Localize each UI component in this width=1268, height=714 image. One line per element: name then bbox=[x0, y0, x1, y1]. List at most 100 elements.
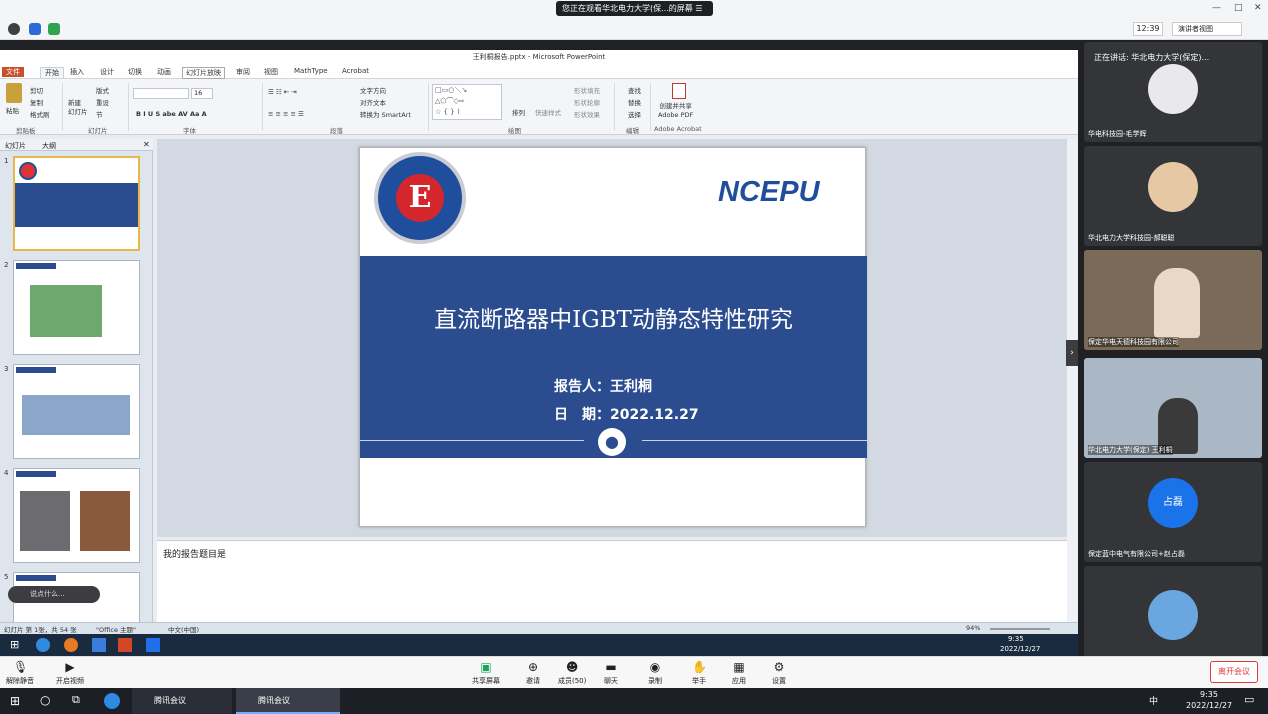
layout-button[interactable]: 版式 bbox=[96, 85, 109, 95]
search-app-icon[interactable] bbox=[64, 638, 78, 652]
settings-button[interactable]: ⚙ 设置 bbox=[772, 660, 786, 686]
minimize-icon[interactable]: — bbox=[1212, 3, 1221, 13]
pdf-icon[interactable] bbox=[672, 83, 686, 99]
current-slide[interactable]: E NCEPU 直流断路器中IGBT动静态特性研究 报告人：王利桐 日 期：20… bbox=[359, 147, 867, 527]
ime-indicator[interactable]: 中 bbox=[1149, 694, 1158, 707]
text-direction-button[interactable]: 文字方向 bbox=[360, 85, 386, 95]
tab-outline[interactable]: 大纲 bbox=[42, 141, 56, 151]
create-pdf-button[interactable]: 创建并共享 Adobe PDF bbox=[658, 102, 693, 120]
maximize-icon[interactable]: □ bbox=[1234, 3, 1243, 13]
leave-meeting-button[interactable]: 离开会议 bbox=[1210, 661, 1258, 683]
participant-video[interactable]: 保定华电天德科技园有限公司 bbox=[1084, 250, 1262, 350]
shape-outline-button[interactable]: 形状轮廓 bbox=[574, 97, 600, 107]
bold-button[interactable]: B I U S abe AV Aa A bbox=[136, 110, 207, 118]
share-label: 共享屏幕 bbox=[472, 677, 500, 685]
list-buttons[interactable]: ☰ ☷ ⇤ ⇥ bbox=[268, 88, 297, 96]
participant-tile[interactable] bbox=[1084, 566, 1262, 666]
slide-thumb-4[interactable] bbox=[13, 468, 140, 563]
tab-design[interactable]: 设计 bbox=[100, 67, 114, 77]
participant-tile[interactable]: 正在讲话: 华北电力大学(保定)... 华电科技园-毛学辉 bbox=[1084, 42, 1262, 142]
quick-styles-button[interactable]: 快速样式 bbox=[535, 107, 561, 117]
arrange-button[interactable]: 排列 bbox=[512, 107, 525, 117]
tab-slideshow[interactable]: 幻灯片放映 bbox=[182, 67, 225, 79]
section-button[interactable]: 节 bbox=[96, 109, 103, 119]
app-icon[interactable] bbox=[92, 638, 106, 652]
shape-effect-button[interactable]: 形状效果 bbox=[574, 109, 600, 119]
notes-pane[interactable]: 我的报告题目是 bbox=[157, 540, 1067, 624]
tab-mathtype[interactable]: MathType bbox=[294, 67, 328, 75]
chat-button[interactable]: ▬ 聊天 bbox=[604, 660, 618, 686]
chat-pill[interactable]: 说点什么... bbox=[8, 586, 100, 603]
tab-home[interactable]: 开始 bbox=[40, 67, 64, 78]
replace-button[interactable]: 替换 bbox=[628, 97, 641, 107]
powerpoint-icon[interactable] bbox=[118, 638, 132, 652]
smartart-button[interactable]: 转换为 SmartArt bbox=[360, 109, 411, 119]
shield-icon[interactable] bbox=[29, 23, 41, 35]
video-label: 开启视频 bbox=[56, 677, 84, 685]
tab-review[interactable]: 审阅 bbox=[236, 67, 250, 77]
select-button[interactable]: 选择 bbox=[628, 109, 641, 119]
shapes-gallery[interactable]: □▭○＼↘ △⬠⌒◇⇨ ☆ { } ⌇ bbox=[432, 84, 502, 120]
tab-transitions[interactable]: 切换 bbox=[128, 67, 142, 77]
scrollbar[interactable] bbox=[1067, 139, 1077, 622]
signal-icon[interactable] bbox=[48, 23, 60, 35]
members-button[interactable]: ☻ 成员(50) bbox=[558, 660, 586, 686]
slide-thumb-1[interactable] bbox=[13, 156, 140, 251]
tab-file[interactable]: 文件 bbox=[2, 67, 24, 77]
invite-button[interactable]: ⊕ 邀请 bbox=[526, 660, 540, 686]
view-mode-dropdown[interactable]: 演讲者视图 bbox=[1172, 22, 1242, 36]
paste-button[interactable]: 粘贴 bbox=[6, 105, 19, 115]
tab-acrobat[interactable]: Acrobat bbox=[342, 67, 369, 75]
taskview-icon[interactable]: ⧉ bbox=[72, 693, 80, 707]
search-icon[interactable]: ○ bbox=[40, 693, 50, 707]
notification-icon[interactable]: ▭ bbox=[1244, 693, 1254, 706]
cut-button[interactable]: 剪切 bbox=[30, 85, 43, 95]
menu-icon[interactable]: ☰ bbox=[695, 4, 702, 13]
mute-button[interactable]: 🎙 解除静音 bbox=[6, 660, 34, 686]
participant-video[interactable]: 华北电力大学(保定) 王利桐 bbox=[1084, 358, 1262, 458]
edge-icon[interactable] bbox=[36, 638, 50, 652]
format-painter-button[interactable]: 格式刷 bbox=[30, 109, 50, 119]
tab-insert[interactable]: 插入 bbox=[70, 67, 84, 77]
font-size-select[interactable]: 16 bbox=[191, 88, 213, 99]
zoom-slider[interactable] bbox=[990, 628, 1050, 630]
close-icon[interactable]: ✕ bbox=[143, 140, 150, 149]
record-button[interactable]: ◉ 录制 bbox=[648, 660, 662, 686]
video-button[interactable]: ▶ 开启视频 bbox=[56, 660, 84, 686]
close-icon[interactable]: ✕ bbox=[1254, 3, 1262, 13]
tab-animations[interactable]: 动画 bbox=[157, 67, 171, 77]
font-family-select[interactable] bbox=[133, 88, 189, 99]
reset-button[interactable]: 重设 bbox=[96, 97, 109, 107]
language: 中文(中国) bbox=[168, 626, 200, 634]
windows-icon[interactable]: ⊞ bbox=[10, 638, 19, 651]
raise-hand-button[interactable]: ✋ 举手 bbox=[692, 660, 707, 686]
find-button[interactable]: 查找 bbox=[628, 85, 641, 95]
tab-slides[interactable]: 幻灯片 bbox=[5, 141, 26, 151]
slide-thumb-3[interactable] bbox=[13, 364, 140, 459]
thumb-header bbox=[16, 263, 56, 269]
sharing-banner[interactable]: 您正在观看华北电力大学(保...的屏幕 ☰ bbox=[556, 1, 713, 16]
apps-label: 应用 bbox=[732, 677, 746, 685]
collapse-arrow-icon[interactable]: › bbox=[1066, 340, 1078, 366]
taskbar-app-tencent-meeting[interactable]: 腾讯会议 bbox=[236, 688, 340, 714]
zoom-level[interactable]: 94% bbox=[966, 624, 980, 632]
tab-view[interactable]: 视图 bbox=[264, 67, 278, 77]
copy-button[interactable]: 复制 bbox=[30, 97, 43, 107]
info-icon[interactable] bbox=[8, 23, 20, 35]
tencent-meeting-icon[interactable] bbox=[146, 638, 160, 652]
participant-tile[interactable]: 华北电力大学科技园-郝聪聪 bbox=[1084, 146, 1262, 246]
windows-icon[interactable]: ⊞ bbox=[10, 694, 20, 708]
participant-tile[interactable]: 占磊 保定蓝中电气有限公司+赵占磊 bbox=[1084, 462, 1262, 562]
slide-date: 日 期：2022.12.27 bbox=[554, 407, 699, 423]
new-slide-button[interactable]: 新建 幻灯片 bbox=[68, 99, 88, 117]
paste-icon[interactable] bbox=[6, 83, 22, 103]
edge-icon[interactable] bbox=[104, 693, 120, 709]
taskbar-app-tencent-meeting[interactable]: 腾讯会议 bbox=[132, 688, 232, 714]
share-screen-button[interactable]: ▣ 共享屏幕 bbox=[472, 660, 500, 686]
align-buttons[interactable]: ≡ ≡ ≡ ≡ ☰ bbox=[268, 110, 304, 118]
slide-thumb-2[interactable] bbox=[13, 260, 140, 355]
apps-button[interactable]: ▦ 应用 bbox=[732, 660, 746, 686]
shape-fill-button[interactable]: 形状填充 bbox=[574, 85, 600, 95]
chat-label: 聊天 bbox=[604, 677, 618, 685]
align-text-button[interactable]: 对齐文本 bbox=[360, 97, 386, 107]
